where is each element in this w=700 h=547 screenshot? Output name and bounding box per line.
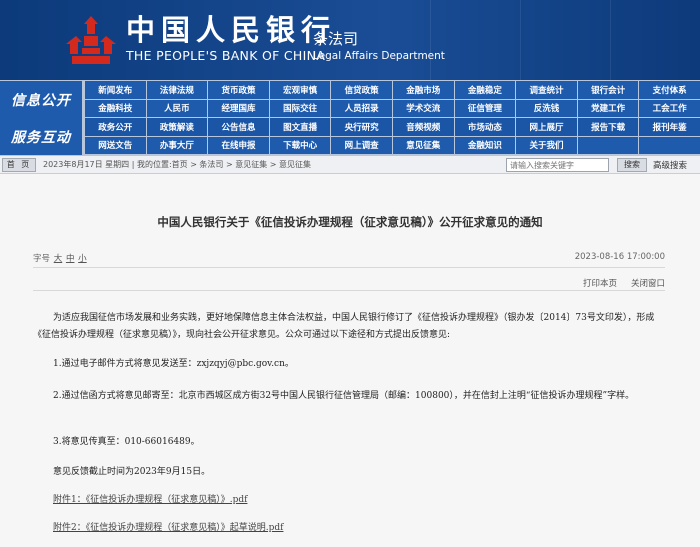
search-button[interactable]: 搜索	[617, 158, 647, 172]
nav-item[interactable]: 货币政策	[208, 81, 269, 99]
article-area: 中国人民银行关于《征信投诉办理规程（征求意见稿）》公开征求意见的通知 字号 大 …	[0, 174, 700, 547]
nav-item[interactable]: 报告下载	[577, 118, 639, 136]
nav-item-empty	[639, 136, 700, 154]
location-bar: 首 页 2023年8月17日 星期四 | 我的位置:首页 > 条法司 > 意见征…	[0, 156, 700, 174]
nav-item[interactable]: 工会工作	[639, 99, 700, 117]
close-window-link[interactable]: 关闭窗口	[631, 277, 665, 289]
bank-name-cn: 中国人民银行	[126, 13, 337, 47]
paragraph: 1.通过电子邮件方式将意见发送至：zxjzqyj@pbc.gov.cn。	[53, 359, 294, 369]
publish-date: 2023-08-16 17:00:00	[574, 252, 665, 262]
banner-decoration	[610, 0, 611, 80]
font-size-control: 字号 大 中 小	[33, 252, 87, 264]
nav-item[interactable]: 反洗钱	[516, 99, 577, 117]
nav-item[interactable]: 图文直播	[269, 118, 331, 136]
nav-item[interactable]: 人民币	[146, 99, 208, 117]
nav-item[interactable]: 信贷政策	[331, 81, 392, 99]
advanced-search-link[interactable]: 高级搜索	[653, 159, 687, 171]
pboc-logo-icon[interactable]	[62, 14, 120, 66]
nav-item[interactable]: 下载中心	[269, 136, 331, 154]
nav-item[interactable]: 经理国库	[208, 99, 269, 117]
department-name-en: Legal Affairs Department	[313, 50, 445, 62]
paragraph: 2.通过信函方式将意见邮寄至：北京市西城区成方街32号中国人民银行征信管理局（邮…	[53, 391, 635, 401]
nav-item[interactable]: 金融稳定	[454, 81, 516, 99]
nav-item[interactable]: 音频视频	[392, 118, 454, 136]
font-size-label: 字号	[33, 254, 51, 264]
home-button[interactable]: 首 页	[2, 158, 36, 172]
department-name-cn: 条法司	[313, 30, 359, 48]
site-banner: 中国人民银行 THE PEOPLE'S BANK OF CHINA 条法司 Le…	[0, 0, 700, 80]
nav-section-service-interaction[interactable]: 服务互动	[0, 118, 82, 155]
font-size-medium[interactable]: 中	[66, 254, 75, 264]
nav-item[interactable]: 网上展厅	[516, 118, 577, 136]
nav-item[interactable]: 学术交流	[392, 99, 454, 117]
nav-item[interactable]: 市场动态	[454, 118, 516, 136]
article-meta: 字号 大 中 小 2023-08-16 17:00:00	[33, 252, 665, 268]
attachment-link[interactable]: 附件1：《征信投诉办理规程（征求意见稿）》.pdf	[53, 492, 247, 509]
breadcrumb: 2023年8月17日 星期四 | 我的位置:首页 > 条法司 > 意见征集 > …	[43, 160, 312, 169]
nav-item[interactable]: 人员招录	[331, 99, 392, 117]
article-title: 中国人民银行关于《征信投诉办理规程（征求意见稿）》公开征求意见的通知	[157, 215, 543, 229]
main-navigation: 信息公开 服务互动 新闻发布 法律法规 货币政策 宏观审慎 信贷政策 金融市场 …	[0, 80, 700, 156]
bank-name-en: THE PEOPLE'S BANK OF CHINA	[126, 48, 326, 63]
nav-item[interactable]: 办事大厅	[146, 136, 208, 154]
nav-item[interactable]: 公告信息	[208, 118, 269, 136]
banner-decoration	[430, 0, 431, 80]
paragraph: 3.将意见传真至：010-66016489。	[53, 437, 200, 447]
nav-item[interactable]: 意见征集	[392, 136, 454, 154]
search-input[interactable]	[506, 158, 609, 172]
nav-item[interactable]: 在线申报	[208, 136, 269, 154]
nav-item[interactable]: 征信管理	[454, 99, 516, 117]
article-actions: 打印本页 关闭窗口	[33, 277, 665, 291]
nav-item[interactable]: 党建工作	[577, 99, 639, 117]
nav-item[interactable]: 国际交往	[269, 99, 331, 117]
nav-grid: 新闻发布 法律法规 货币政策 宏观审慎 信贷政策 金融市场 金融稳定 调查统计 …	[85, 81, 700, 154]
paragraph: 意见反馈截止时间为2023年9月15日。	[53, 467, 211, 477]
nav-item[interactable]: 网上调查	[331, 136, 392, 154]
print-link[interactable]: 打印本页	[583, 277, 617, 289]
nav-item[interactable]: 支付体系	[639, 81, 700, 99]
nav-item[interactable]: 网送文告	[85, 136, 146, 154]
nav-item[interactable]: 金融知识	[454, 136, 516, 154]
nav-section-info-disclosure[interactable]: 信息公开	[0, 81, 82, 118]
nav-item[interactable]: 报刊年鉴	[639, 118, 700, 136]
nav-item[interactable]: 金融科技	[85, 99, 146, 117]
nav-item[interactable]: 银行会计	[577, 81, 639, 99]
font-size-large[interactable]: 大	[54, 254, 63, 264]
nav-item[interactable]: 关于我们	[516, 136, 577, 154]
attachment-link[interactable]: 附件2：《征信投诉办理规程（征求意见稿）》起草说明.pdf	[53, 520, 283, 537]
nav-item[interactable]: 调查统计	[516, 81, 577, 99]
paragraph: 为适应我国征信市场发展和业务实践，更好地保障信息主体合法权益，中国人民银行修订了…	[33, 313, 655, 340]
nav-item[interactable]: 政务公开	[85, 118, 146, 136]
nav-item[interactable]: 新闻发布	[85, 81, 146, 99]
nav-item[interactable]: 金融市场	[392, 81, 454, 99]
nav-item[interactable]: 政策解读	[146, 118, 208, 136]
nav-item[interactable]: 宏观审慎	[269, 81, 331, 99]
nav-item[interactable]: 央行研究	[331, 118, 392, 136]
font-size-small[interactable]: 小	[78, 254, 87, 264]
nav-item[interactable]: 法律法规	[146, 81, 208, 99]
banner-decoration	[520, 0, 521, 80]
nav-item-empty	[577, 136, 639, 154]
